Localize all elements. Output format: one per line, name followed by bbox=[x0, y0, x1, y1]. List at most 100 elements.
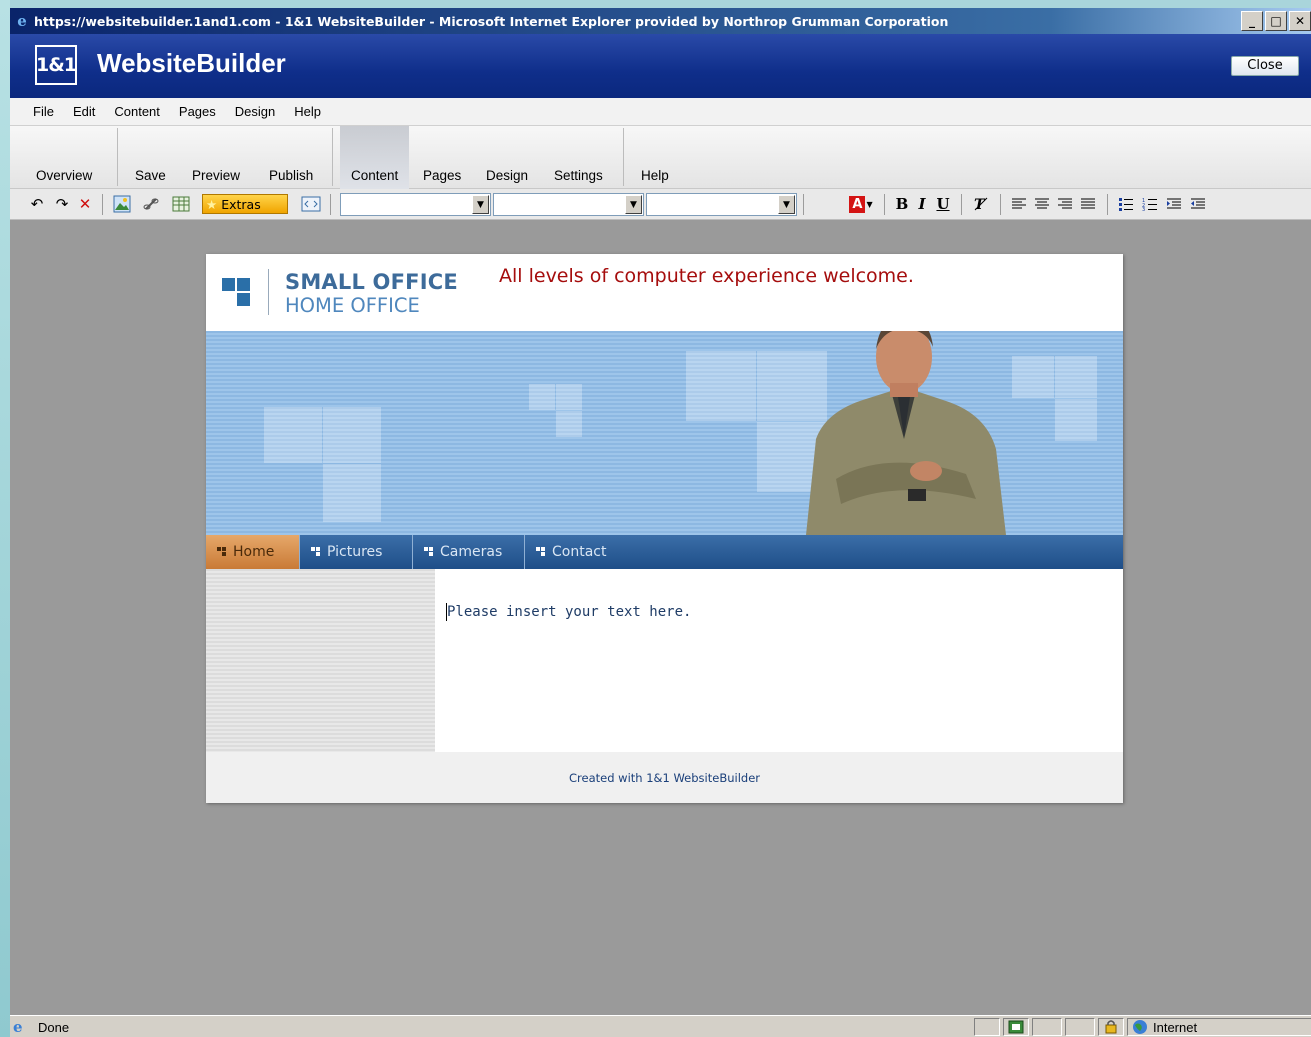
tab-help[interactable]: Help bbox=[641, 126, 669, 189]
nav-bullet-icon bbox=[217, 547, 227, 557]
status-bar: e Done Internet bbox=[10, 1015, 1311, 1037]
align-justify-icon[interactable] bbox=[1078, 194, 1098, 214]
tab-content[interactable]: Content bbox=[340, 126, 410, 189]
businessman-photo bbox=[806, 331, 1006, 535]
site-body-text[interactable]: Please insert your text here. bbox=[447, 604, 691, 620]
site-header: SMALL OFFICE HOME OFFICE All levels of c… bbox=[206, 254, 1123, 331]
chevron-down-icon[interactable]: ▼ bbox=[778, 195, 795, 214]
font-color-icon: A bbox=[849, 195, 866, 213]
app-title: WebsiteBuilder bbox=[97, 48, 286, 78]
website-preview: SMALL OFFICE HOME OFFICE All levels of c… bbox=[206, 254, 1123, 803]
site-logo-title: SMALL OFFICE bbox=[285, 270, 458, 294]
globe-icon bbox=[1133, 1020, 1147, 1034]
tab-settings[interactable]: Settings bbox=[554, 126, 603, 189]
minimize-button[interactable]: _ bbox=[1241, 11, 1263, 31]
site-navigation: Home Pictures Cameras Contact bbox=[206, 535, 1123, 569]
menu-edit[interactable]: Edit bbox=[73, 104, 95, 119]
delete-icon[interactable]: ✕ bbox=[76, 194, 94, 214]
status-panel bbox=[1032, 1018, 1062, 1036]
site-footer: Created with 1&1 WebsiteBuilder bbox=[206, 752, 1123, 803]
indent-icon[interactable] bbox=[1164, 194, 1184, 214]
site-logo-icon bbox=[222, 278, 252, 308]
tab-divider bbox=[117, 128, 118, 186]
chevron-down-icon[interactable]: ▼ bbox=[472, 195, 489, 214]
tab-divider bbox=[332, 128, 333, 186]
site-slogan[interactable]: All levels of computer experience welcom… bbox=[499, 265, 914, 287]
font-size-select[interactable]: ▼ bbox=[493, 193, 644, 216]
nav-bullet-icon bbox=[311, 547, 321, 557]
paragraph-style-select[interactable]: ▼ bbox=[646, 193, 797, 216]
maximize-button[interactable]: □ bbox=[1265, 11, 1287, 31]
toolbar-divider bbox=[803, 194, 804, 215]
tab-preview[interactable]: Preview bbox=[192, 126, 240, 189]
lock-icon[interactable] bbox=[1098, 1018, 1124, 1036]
menu-design[interactable]: Design bbox=[235, 104, 275, 119]
ie-icon: e bbox=[17, 12, 27, 30]
brand-logo: 1&1 bbox=[35, 45, 77, 85]
nav-label: Cameras bbox=[440, 544, 503, 560]
toolbar-divider bbox=[961, 194, 962, 215]
outdent-icon[interactable] bbox=[1188, 194, 1208, 214]
site-sidebar bbox=[206, 569, 435, 752]
toolbar-divider bbox=[330, 194, 331, 215]
menu-content[interactable]: Content bbox=[114, 104, 160, 119]
window-close-button[interactable]: ✕ bbox=[1289, 11, 1311, 31]
image-icon[interactable] bbox=[112, 194, 132, 214]
tab-pages[interactable]: Pages bbox=[423, 126, 461, 189]
toolbar-divider bbox=[102, 194, 103, 215]
nav-bullet-icon bbox=[424, 547, 434, 557]
page-done-icon: e bbox=[13, 1018, 23, 1036]
site-nav-pictures[interactable]: Pictures bbox=[300, 535, 413, 569]
site-nav-home[interactable]: Home bbox=[206, 535, 300, 569]
menu-file[interactable]: File bbox=[33, 104, 54, 119]
tab-divider bbox=[623, 128, 624, 186]
nav-bullet-icon bbox=[536, 547, 546, 557]
tab-publish[interactable]: Publish bbox=[269, 126, 313, 189]
window-title: https://websitebuilder.1and1.com - 1&1 W… bbox=[34, 13, 949, 29]
tab-overview[interactable]: Overview bbox=[36, 126, 92, 189]
undo-icon[interactable]: ↶ bbox=[28, 194, 46, 214]
nav-label: Pictures bbox=[327, 544, 383, 560]
italic-button[interactable]: I bbox=[913, 194, 931, 214]
clear-format-icon[interactable]: T bbox=[970, 194, 992, 214]
menu-pages[interactable]: Pages bbox=[179, 104, 216, 119]
source-code-icon[interactable] bbox=[300, 194, 322, 214]
tab-design[interactable]: Design bbox=[486, 126, 528, 189]
menu-help[interactable]: Help bbox=[294, 104, 321, 119]
status-text: Done bbox=[38, 1020, 70, 1035]
bold-button[interactable]: B bbox=[893, 194, 911, 214]
numbered-list-icon[interactable]: 123 bbox=[1140, 194, 1160, 214]
editor-canvas: SMALL OFFICE HOME OFFICE All levels of c… bbox=[10, 220, 1311, 1015]
site-nav-cameras[interactable]: Cameras bbox=[413, 535, 525, 569]
tab-save[interactable]: Save bbox=[135, 126, 166, 189]
link-icon[interactable] bbox=[141, 194, 161, 214]
title-bar[interactable]: e https://websitebuilder.1and1.com - 1&1… bbox=[10, 8, 1311, 34]
security-zone-label: Internet bbox=[1153, 1020, 1198, 1035]
align-center-icon[interactable] bbox=[1032, 194, 1052, 214]
align-right-icon[interactable] bbox=[1055, 194, 1075, 214]
popup-blocker-icon[interactable] bbox=[1003, 1018, 1029, 1036]
table-icon[interactable] bbox=[171, 194, 191, 214]
extras-button[interactable]: ★ Extras bbox=[202, 194, 288, 214]
toolbar-divider bbox=[1107, 194, 1108, 215]
svg-text:3: 3 bbox=[1142, 207, 1145, 211]
nav-label: Home bbox=[233, 544, 275, 560]
app-close-button[interactable]: Close bbox=[1231, 56, 1299, 76]
bullet-list-icon[interactable] bbox=[1116, 194, 1136, 214]
status-panel bbox=[1065, 1018, 1095, 1036]
chevron-down-icon[interactable]: ▼ bbox=[625, 195, 642, 214]
browser-window: e https://websitebuilder.1and1.com - 1&1… bbox=[10, 8, 1311, 1037]
site-content-area[interactable]: Please insert your text here. bbox=[435, 569, 1123, 752]
main-tab-bar: Overview Save Preview Publish Content Pa… bbox=[10, 126, 1311, 189]
align-left-icon[interactable] bbox=[1009, 194, 1029, 214]
window-controls: _ □ ✕ bbox=[1241, 11, 1311, 31]
font-family-select[interactable]: ▼ bbox=[340, 193, 491, 216]
font-color-button[interactable]: A ▼ bbox=[846, 194, 876, 214]
logo-divider bbox=[268, 269, 269, 315]
site-footer-text[interactable]: Created with 1&1 WebsiteBuilder bbox=[569, 771, 760, 785]
desktop-edge bbox=[0, 0, 10, 1037]
nav-label: Contact bbox=[552, 544, 607, 560]
redo-icon[interactable]: ↷ bbox=[53, 194, 71, 214]
underline-button[interactable]: U bbox=[934, 194, 952, 214]
site-nav-contact[interactable]: Contact bbox=[525, 535, 637, 569]
